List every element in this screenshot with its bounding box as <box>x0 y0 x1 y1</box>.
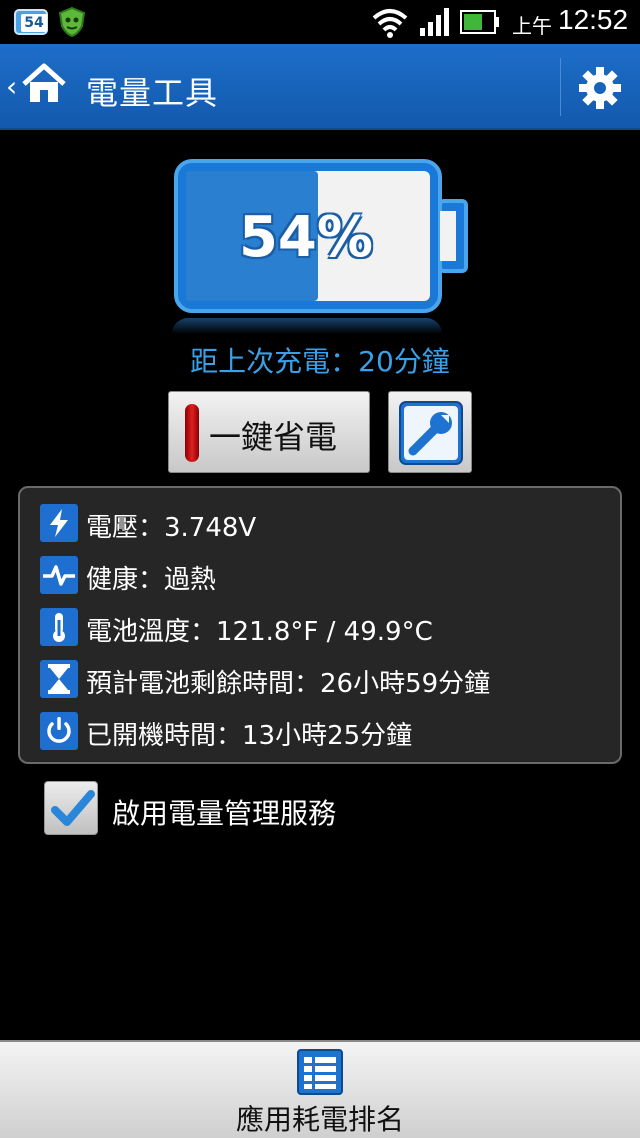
notification-badge-icon: 54 <box>14 9 48 35</box>
power-icon <box>40 712 78 750</box>
gear-icon[interactable] <box>578 66 622 110</box>
app-usage-ranking-label: 應用耗電排名 <box>235 1103 404 1136</box>
temperature-text: 電池溫度：121.8°F / 49.9°C <box>86 617 433 647</box>
temperature-row: 電池溫度：121.8°F / 49.9°C <box>40 608 620 647</box>
shield-icon <box>58 6 86 38</box>
health-row: 健康：過熱 <box>40 556 620 595</box>
signal-icon <box>420 8 449 36</box>
home-icon[interactable] <box>20 60 68 108</box>
wifi-icon <box>372 9 408 38</box>
power-bar-icon <box>185 404 199 462</box>
wrench-icon <box>399 401 463 465</box>
battery-reflection <box>172 318 442 334</box>
one-click-save-label: 一鍵省電 <box>209 418 338 456</box>
battery-info-panel: 電壓：3.748V 健康：過熱 電池溫度：121.8°F / 49.9°C 預計… <box>18 486 622 764</box>
tools-button[interactable] <box>388 391 472 473</box>
page-title: 電量工具 <box>86 74 219 112</box>
back-chevron-icon[interactable]: ‹ <box>6 70 17 103</box>
enable-service-checkbox[interactable] <box>44 781 98 835</box>
remaining-text: 預計電池剩餘時間：26小時59分鐘 <box>86 669 491 699</box>
thermometer-icon <box>40 608 78 646</box>
badge-count: 54 <box>21 14 47 32</box>
uptime-row: 已開機時間：13小時25分鐘 <box>40 712 620 751</box>
remaining-row: 預計電池剩餘時間：26小時59分鐘 <box>40 660 620 699</box>
health-text: 健康：過熱 <box>86 565 217 595</box>
status-ampm: 上午 <box>512 14 552 38</box>
since-last-charge: 距上次充電：20分鐘 <box>190 345 450 378</box>
battery-status-icon <box>460 10 499 34</box>
lightning-icon <box>40 504 78 542</box>
action-bar: ‹ 電量工具 <box>0 44 640 130</box>
app-usage-ranking-button[interactable]: 應用耗電排名 <box>0 1040 640 1138</box>
enable-service-label[interactable]: 啟用電量管理服務 <box>112 792 336 832</box>
hourglass-icon <box>40 660 78 698</box>
voltage-row: 電壓：3.748V <box>40 504 620 543</box>
uptime-text: 已開機時間：13小時25分鐘 <box>86 721 413 751</box>
pulse-icon <box>40 556 78 594</box>
status-time: 12:52 <box>558 4 629 35</box>
battery-percent: 54% <box>238 205 374 270</box>
one-click-save-button[interactable]: 一鍵省電 <box>168 391 370 473</box>
voltage-text: 電壓：3.748V <box>86 513 257 543</box>
action-bar-divider <box>560 58 561 116</box>
status-bar: 54 上午 12:52 <box>0 0 640 44</box>
list-icon <box>297 1049 343 1095</box>
checkmark-icon <box>51 790 95 826</box>
